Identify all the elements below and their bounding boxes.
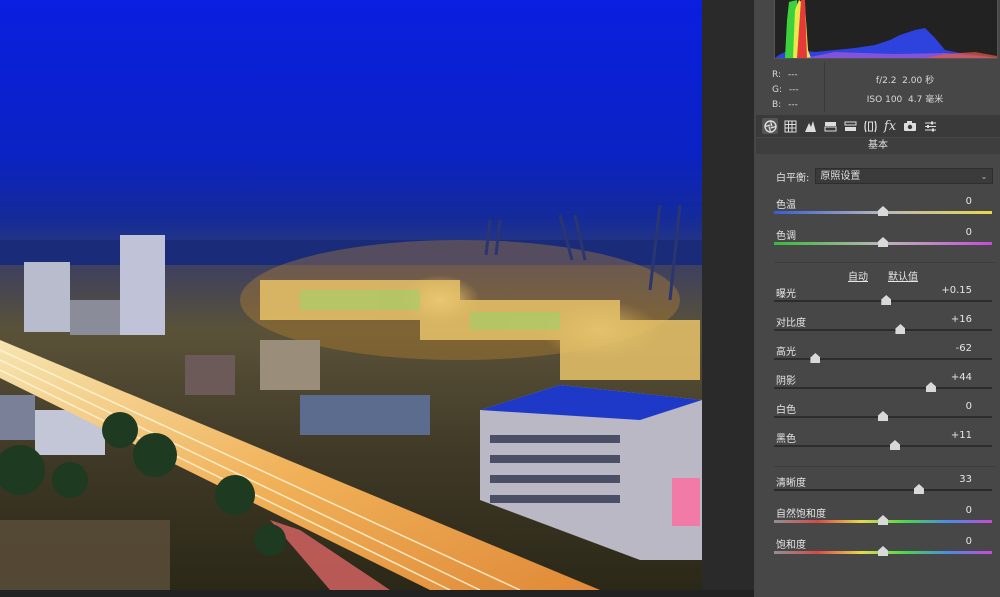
slider-value[interactable]: 0 xyxy=(966,536,972,547)
group-divider xyxy=(774,262,996,263)
white-balance-value: 原照设置 xyxy=(820,171,861,182)
slider-label: 色温 xyxy=(776,200,796,211)
focal-length-value: 4.7 毫米 xyxy=(908,95,944,105)
slider-shadows[interactable]: 阴影 +44 xyxy=(774,372,996,402)
sliders-icon[interactable] xyxy=(922,118,938,134)
slider-clarity[interactable]: 清晰度 33 xyxy=(774,474,996,504)
slider-track[interactable] xyxy=(774,445,992,447)
r-label: R: xyxy=(772,70,782,80)
aperture-icon[interactable] xyxy=(762,118,778,134)
tone-curve-icon[interactable] xyxy=(802,118,818,134)
photo-scene xyxy=(0,0,702,590)
white-balance-select[interactable]: 原照设置 ⌄ xyxy=(815,168,994,184)
aperture-value: f/2.2 xyxy=(875,76,897,86)
canvas-margin xyxy=(702,0,754,597)
white-balance-row: 白平衡: 原照设置 ⌄ xyxy=(776,168,994,184)
shutter-value: 2.00 秒 xyxy=(902,76,935,86)
photo-preview[interactable] xyxy=(0,0,702,590)
split-tone-icon[interactable] xyxy=(822,118,838,134)
panel-toolbar: fx xyxy=(756,115,1000,137)
slider-value[interactable]: -62 xyxy=(956,343,972,354)
slider-label: 清晰度 xyxy=(776,478,806,489)
slider-value[interactable]: 0 xyxy=(966,505,972,516)
readout-divider xyxy=(824,62,825,112)
slider-contrast[interactable]: 对比度 +16 xyxy=(774,314,996,344)
group-divider xyxy=(774,466,996,467)
slider-label: 白色 xyxy=(776,405,796,416)
b-label: B: xyxy=(772,100,782,110)
slider-value[interactable]: 0 xyxy=(966,401,972,412)
b-value: --- xyxy=(788,100,798,110)
slider-exposure[interactable]: 曝光 +0.15 xyxy=(774,285,996,315)
slider-saturation[interactable]: 饱和度 0 xyxy=(774,536,996,566)
rgb-readout: R: --- G: --- B: --- xyxy=(772,68,799,113)
r-value: --- xyxy=(787,70,798,80)
slider-tint[interactable]: 色调 0 xyxy=(774,227,996,257)
slider-blacks[interactable]: 黑色 +11 xyxy=(774,430,996,460)
auto-button[interactable]: 自动 xyxy=(848,268,868,283)
slider-value[interactable]: +44 xyxy=(951,372,972,383)
camera-info: f/2.2 2.00 秒 ISO 100 4.7 毫米 xyxy=(850,72,960,110)
section-title-basic[interactable]: 基本 xyxy=(756,138,1000,154)
slider-whites[interactable]: 白色 0 xyxy=(774,401,996,431)
slider-label: 阴影 xyxy=(776,376,796,387)
camera-icon[interactable] xyxy=(902,118,918,134)
lens-icon[interactable] xyxy=(862,118,878,134)
slider-track[interactable] xyxy=(774,489,992,491)
slider-label: 色调 xyxy=(776,231,796,242)
slider-highlights[interactable]: 高光 -62 xyxy=(774,343,996,373)
slider-track[interactable] xyxy=(774,358,992,360)
slider-label: 对比度 xyxy=(776,318,806,329)
histogram-graph xyxy=(775,0,997,58)
fx-icon[interactable]: fx xyxy=(882,118,898,134)
slider-vibrance[interactable]: 自然饱和度 0 xyxy=(774,505,996,535)
slider-value[interactable]: +16 xyxy=(951,314,972,325)
slider-temp[interactable]: 色温 0 xyxy=(774,196,996,226)
slider-label: 自然饱和度 xyxy=(776,509,826,520)
slider-track[interactable] xyxy=(774,387,992,389)
develop-panel: R: --- G: --- B: --- f/2.2 2.00 秒 ISO 10… xyxy=(754,0,1000,597)
slider-label: 黑色 xyxy=(776,434,796,445)
grid-icon[interactable] xyxy=(782,118,798,134)
g-label: G: xyxy=(772,85,783,95)
slider-value[interactable]: 0 xyxy=(966,227,972,238)
detail-icon[interactable] xyxy=(842,118,858,134)
iso-value: ISO 100 xyxy=(866,95,903,105)
fx-label: fx xyxy=(883,118,897,134)
slider-label: 饱和度 xyxy=(776,540,806,551)
slider-value[interactable]: 0 xyxy=(966,196,972,207)
canvas-bottom-bar xyxy=(0,590,754,597)
chevron-down-icon: ⌄ xyxy=(980,172,988,181)
g-value: --- xyxy=(788,85,799,95)
histogram xyxy=(774,0,998,59)
slider-value[interactable]: 33 xyxy=(959,474,972,485)
default-button[interactable]: 默认值 xyxy=(888,268,918,283)
slider-label: 高光 xyxy=(776,347,796,358)
slider-track[interactable] xyxy=(774,329,992,331)
slider-value[interactable]: +11 xyxy=(951,430,972,441)
slider-value[interactable]: +0.15 xyxy=(941,285,972,296)
white-balance-label: 白平衡: xyxy=(776,172,810,184)
slider-label: 曝光 xyxy=(776,289,796,300)
